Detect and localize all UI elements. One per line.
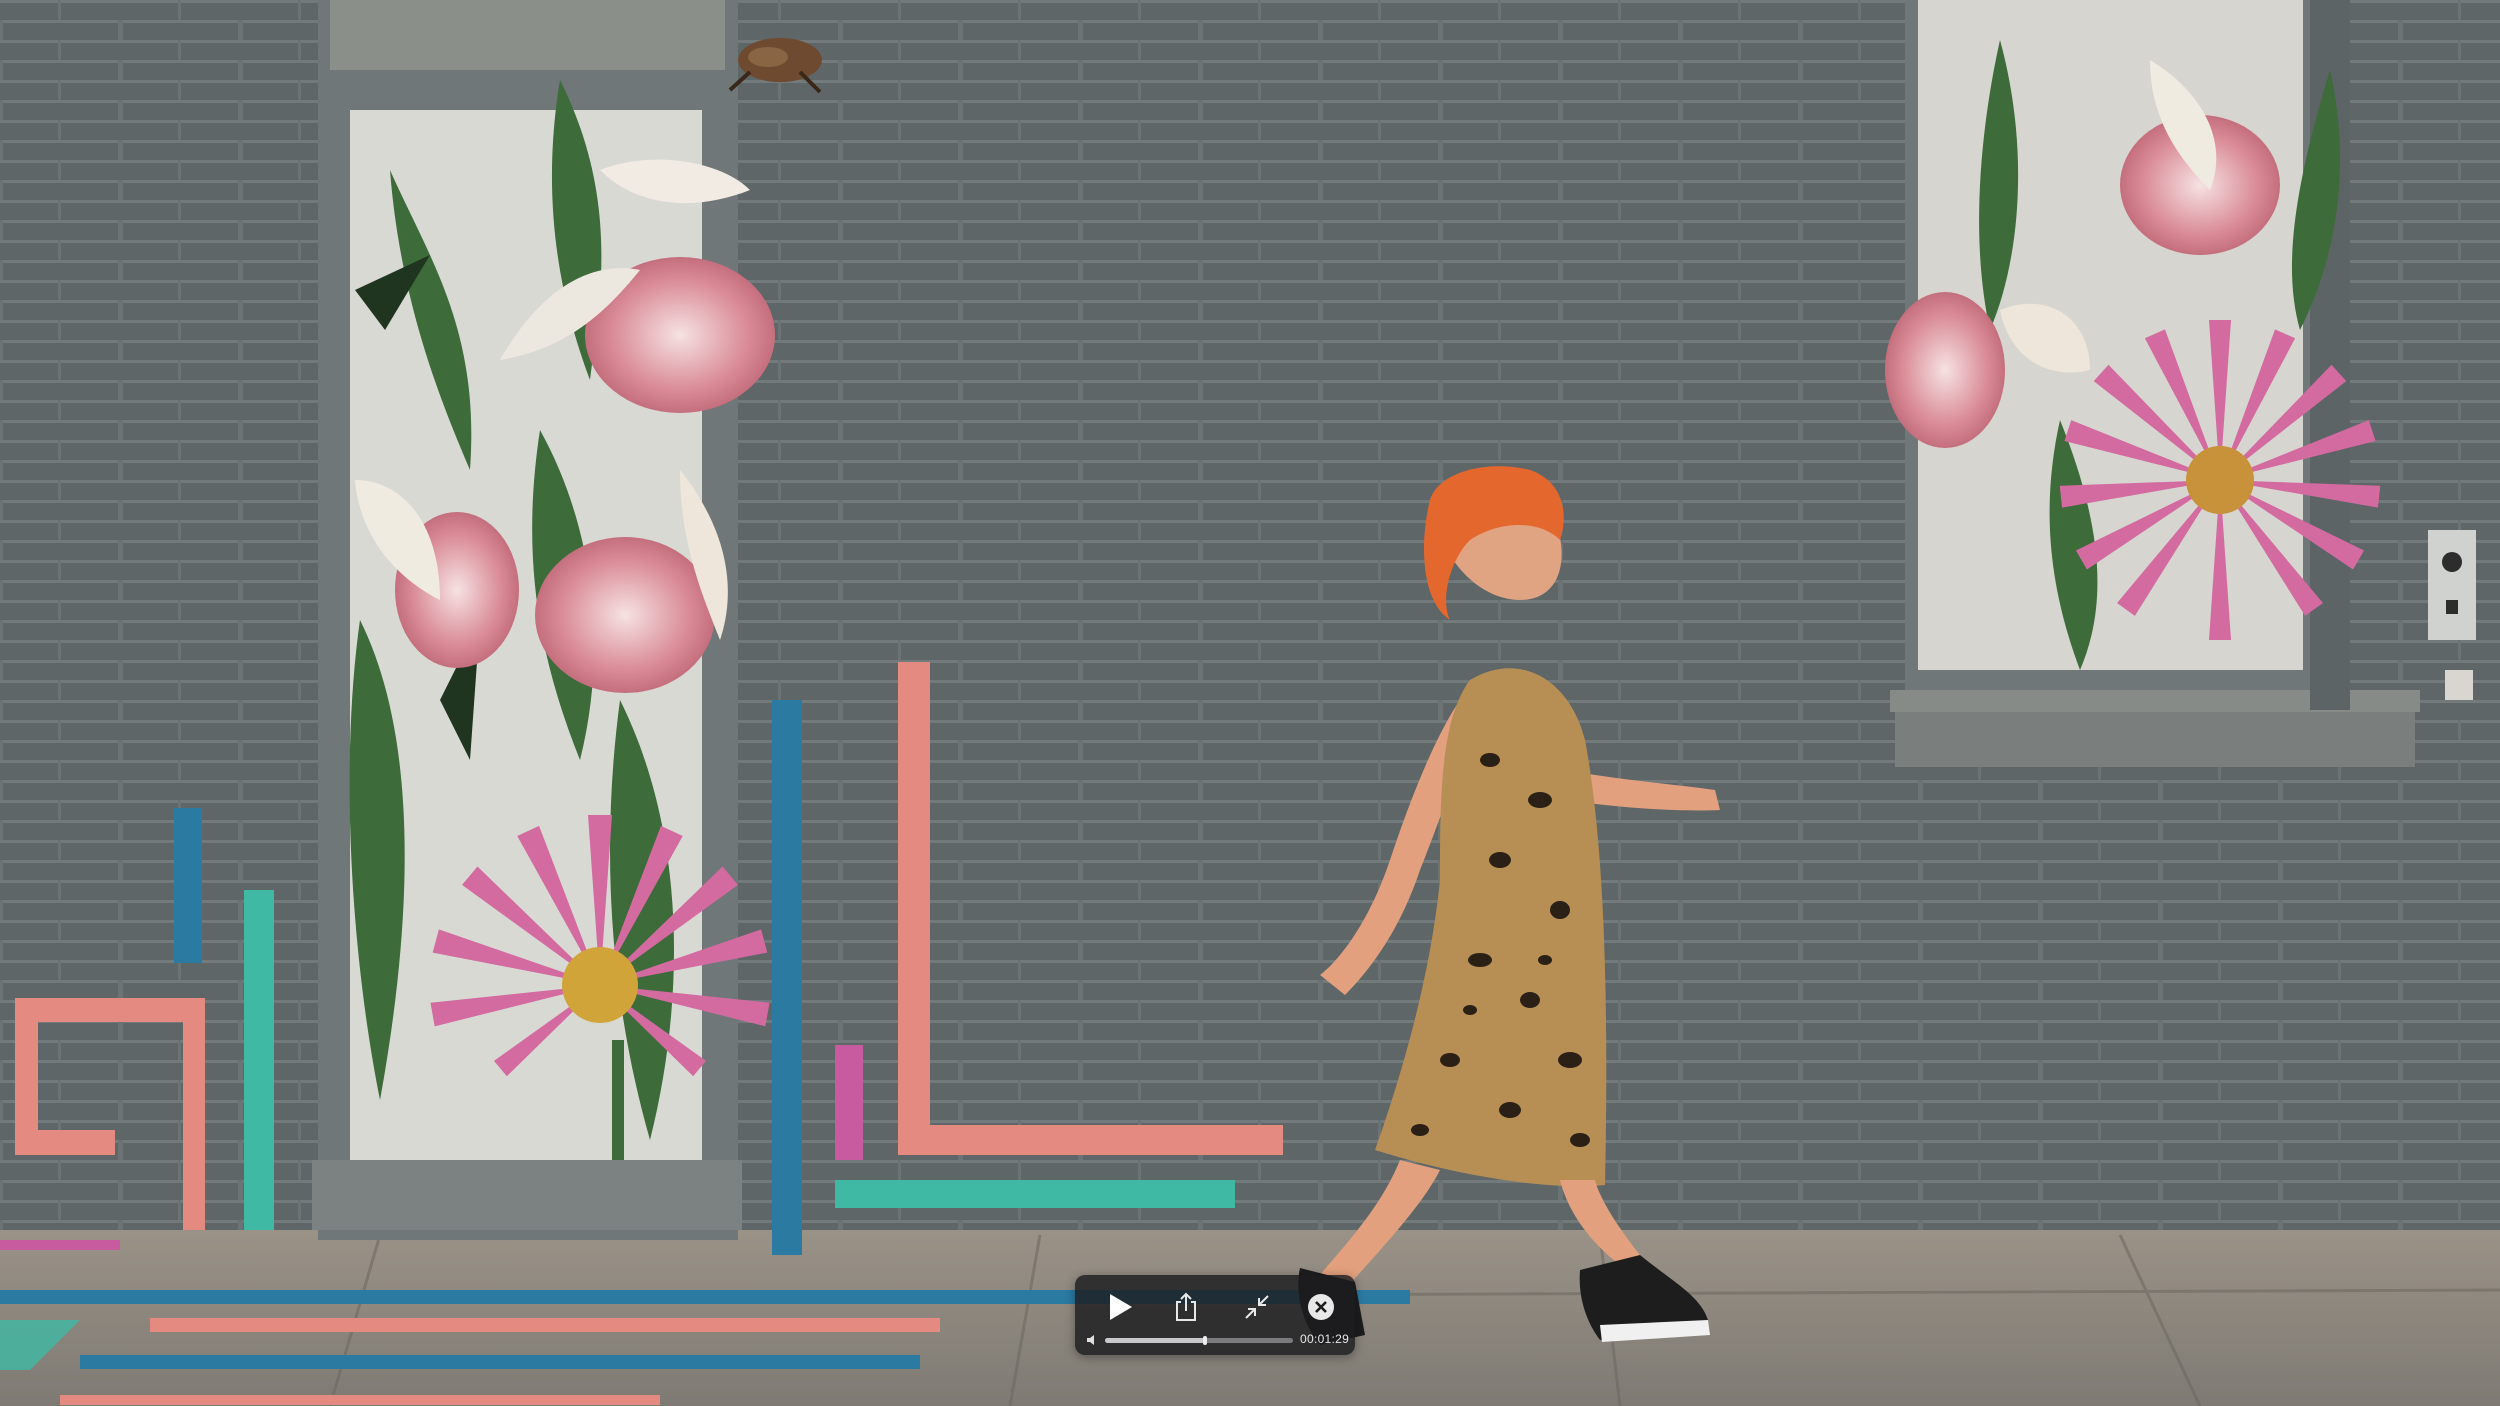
video-frame [0, 0, 2500, 1406]
share-icon [1176, 1292, 1196, 1321]
scrubber-track[interactable] [1105, 1336, 1293, 1345]
scrubber-handle[interactable] [1202, 1336, 1207, 1345]
play-icon [1110, 1294, 1132, 1320]
left-door-mural [312, 0, 775, 1240]
close-icon [1308, 1294, 1334, 1320]
exit-fullscreen-button[interactable] [1233, 1285, 1281, 1329]
close-button[interactable] [1297, 1285, 1345, 1329]
exit-fullscreen-icon [1245, 1295, 1269, 1319]
play-button[interactable] [1095, 1285, 1143, 1329]
share-button[interactable] [1162, 1285, 1210, 1329]
volume-icon[interactable] [1085, 1333, 1099, 1347]
playback-time: 00:01:29 [1300, 1332, 1350, 1346]
video-player-controls: 00:01:29 [1075, 1275, 1355, 1355]
scrubber-progress [1105, 1338, 1205, 1343]
